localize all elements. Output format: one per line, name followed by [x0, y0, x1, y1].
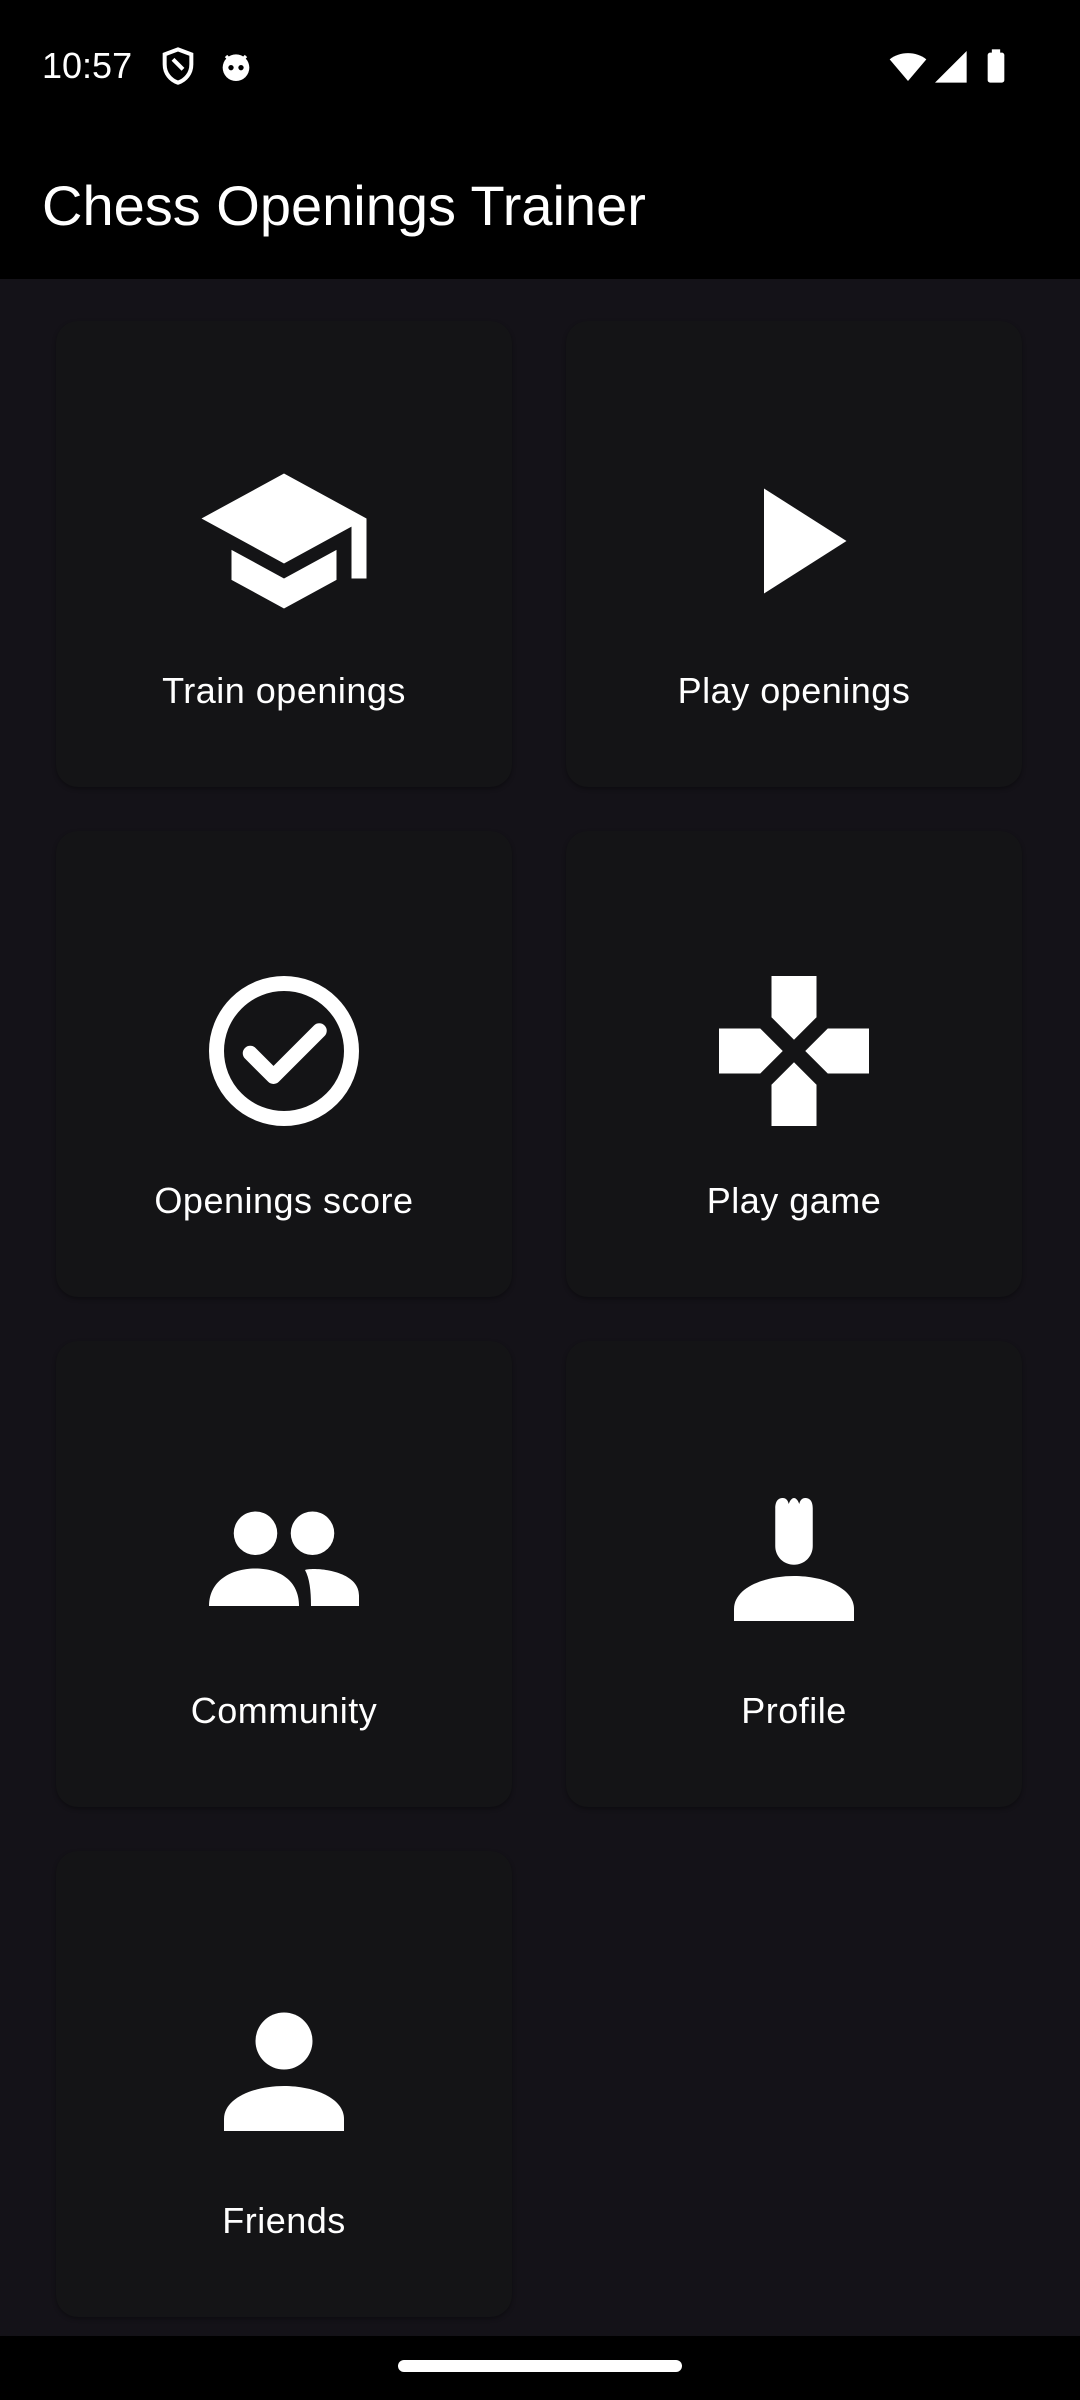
gamepad-icon [719, 976, 869, 1126]
profile-tile[interactable]: Profile [566, 1341, 1022, 1807]
train-openings-tile[interactable]: Train openings [56, 321, 512, 787]
status-time: 10:57 [42, 45, 133, 86]
tile-label: Play game [706, 1180, 882, 1221]
signal-icon [935, 51, 967, 83]
openings-score-tile[interactable]: Openings score [56, 831, 512, 1297]
play-openings-tile[interactable]: Play openings [566, 321, 1022, 787]
wifi-icon [889, 53, 927, 81]
status-bar: 10:57 [0, 0, 1080, 132]
tile-label: Community [190, 1690, 378, 1731]
shield-icon [162, 47, 194, 85]
check-circle-icon [209, 976, 359, 1126]
home-gesture-handle[interactable] [398, 2360, 682, 2372]
chess-rook-person-icon [734, 1498, 854, 1621]
menu-grid: Train openings Play openings Openings sc… [0, 279, 1080, 2336]
graduation-cap-icon [201, 473, 367, 609]
tile-label: Train openings [162, 670, 406, 711]
friends-tile[interactable]: Friends [56, 1851, 512, 2317]
battery-icon [987, 49, 1005, 83]
tile-label: Openings score [154, 1180, 414, 1221]
navigation-bar [0, 2336, 1080, 2400]
play-icon [764, 488, 847, 594]
tile-label: Play openings [677, 670, 911, 711]
app-bar: Chess Openings Trainer [0, 132, 1080, 279]
android-face-icon [222, 54, 250, 81]
community-tile[interactable]: Community [56, 1341, 512, 1807]
tile-label: Friends [222, 2200, 346, 2241]
app-title: Chess Openings Trainer [42, 174, 646, 237]
person-icon [224, 2012, 344, 2131]
play-game-tile[interactable]: Play game [566, 831, 1022, 1297]
tile-label: Profile [741, 1690, 847, 1731]
people-icon [209, 1511, 359, 1606]
